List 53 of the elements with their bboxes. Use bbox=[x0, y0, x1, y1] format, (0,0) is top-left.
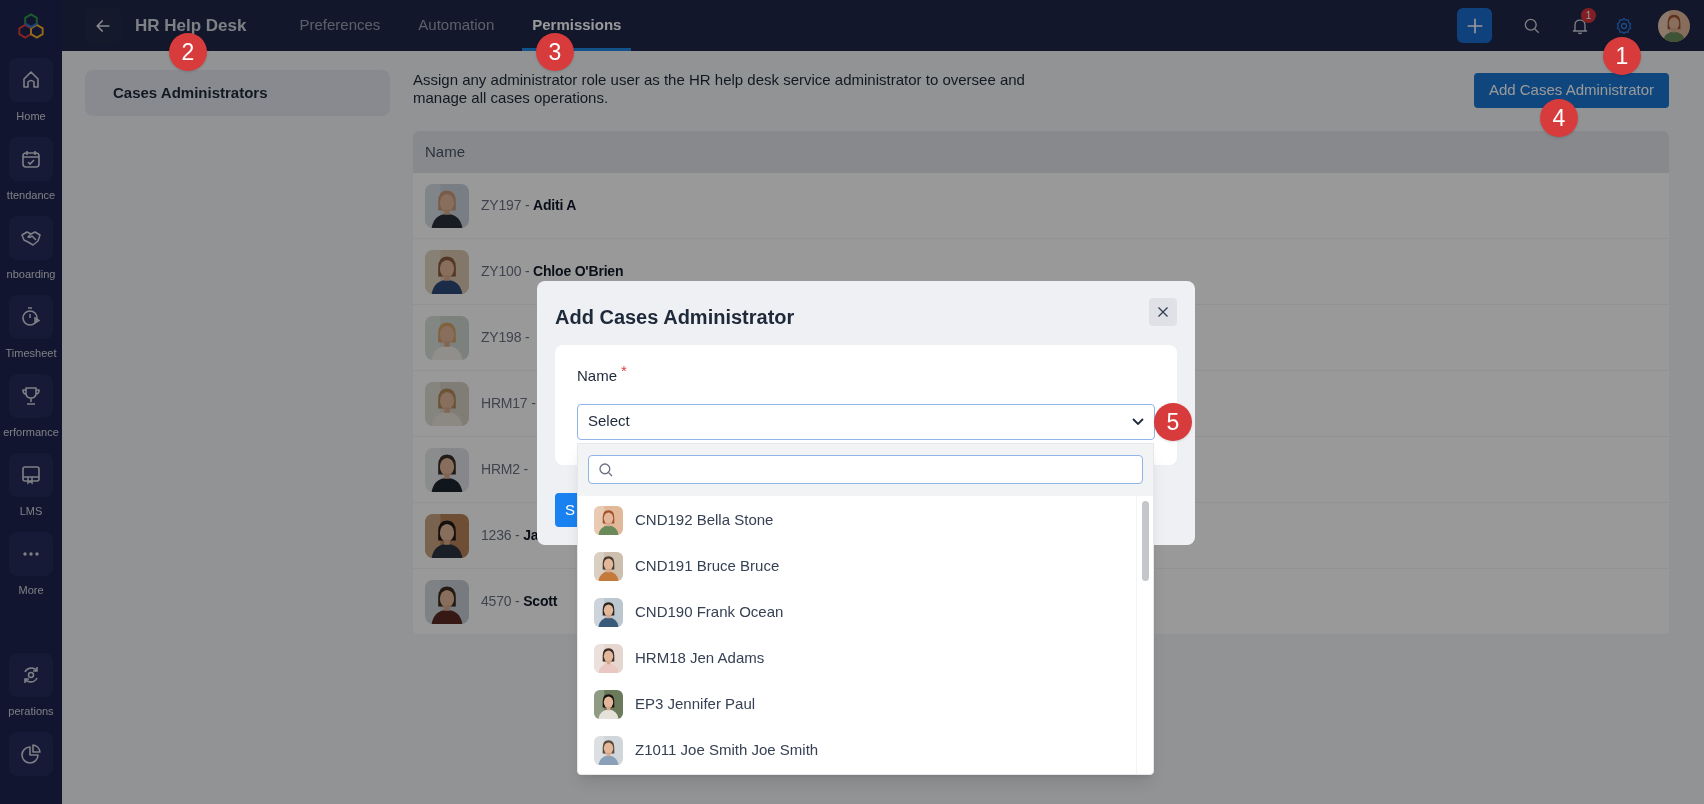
sidebar-item[interactable] bbox=[9, 374, 53, 418]
table-cell-text: ZY197 - Aditi A bbox=[481, 196, 577, 215]
sidebar-label: erformance bbox=[3, 425, 59, 439]
sidebar-item[interactable] bbox=[9, 653, 53, 697]
sidebar-label: LMS bbox=[19, 504, 43, 518]
sidebar-item[interactable] bbox=[9, 295, 53, 339]
step-marker: 2 bbox=[169, 33, 207, 71]
search-icon bbox=[597, 460, 615, 479]
sidebar-label: nboarding bbox=[6, 267, 56, 281]
close-button[interactable] bbox=[1149, 298, 1177, 326]
scrollbar-thumb[interactable] bbox=[1141, 501, 1149, 581]
settings-button[interactable] bbox=[1614, 15, 1634, 36]
submit-button[interactable]: S bbox=[555, 493, 577, 527]
sidebar-item[interactable] bbox=[9, 453, 53, 497]
pie-chart-icon bbox=[19, 742, 43, 766]
sidebar-label: More bbox=[18, 583, 44, 597]
step-marker: 3 bbox=[536, 33, 574, 71]
stopwatch-icon bbox=[19, 305, 43, 329]
sidebar-item[interactable] bbox=[9, 58, 53, 102]
more-icon bbox=[23, 552, 39, 556]
dropdown-option[interactable]: HRM18 Jen Adams bbox=[578, 635, 1136, 681]
description-text: Assign any administrator role user as the HR help desk service administrator to oversee and manage all cases operations. bbox=[413, 71, 1026, 107]
field-label: Name bbox=[577, 366, 617, 386]
table-cell-text: 4570 - Scott bbox=[481, 592, 558, 611]
trophy-icon bbox=[19, 384, 43, 408]
dialog-title: Add Cases Administrator bbox=[555, 305, 795, 330]
column-header: Name bbox=[424, 141, 465, 162]
table-cell-text: ZY100 - Chloe O'Brien bbox=[481, 262, 624, 281]
name-select[interactable]: Select bbox=[577, 403, 1155, 440]
sidebar-item[interactable] bbox=[9, 216, 53, 260]
table-cell-text: HRM17 - bbox=[481, 394, 536, 413]
notification-badge: 1 bbox=[1581, 7, 1596, 23]
table-cell-text: ZY198 - bbox=[481, 328, 530, 347]
required-mark: * bbox=[621, 365, 627, 377]
side-menu-item[interactable]: Cases Administrators bbox=[85, 70, 390, 116]
dropdown-option[interactable]: EP3 Jennifer Paul bbox=[578, 681, 1136, 727]
chevron-down-icon bbox=[1132, 418, 1144, 425]
dropdown-option[interactable]: CND190 Frank Ocean bbox=[578, 589, 1136, 635]
table-cell-text: HRM2 - bbox=[481, 460, 529, 479]
add-button[interactable] bbox=[1457, 8, 1492, 43]
settings-icon bbox=[1614, 15, 1634, 36]
dropdown-option[interactable]: Z1011 Joe Smith Joe Smith bbox=[578, 727, 1136, 773]
dropdown-option[interactable]: CND191 Bruce Bruce bbox=[578, 543, 1136, 589]
sidebar-item[interactable] bbox=[9, 732, 53, 776]
sidebar-label: ttendance bbox=[6, 188, 56, 202]
board-icon bbox=[19, 463, 43, 487]
sidebar-label: Home bbox=[16, 109, 46, 123]
logo-icon bbox=[17, 12, 45, 40]
sidebar-label: perations bbox=[8, 704, 54, 718]
search-field[interactable] bbox=[588, 455, 1143, 484]
sidebar-label: Timesheet bbox=[5, 346, 57, 360]
sidebar-item[interactable] bbox=[9, 137, 53, 181]
dropdown-option[interactable]: CND192 Bella Stone bbox=[578, 497, 1136, 543]
